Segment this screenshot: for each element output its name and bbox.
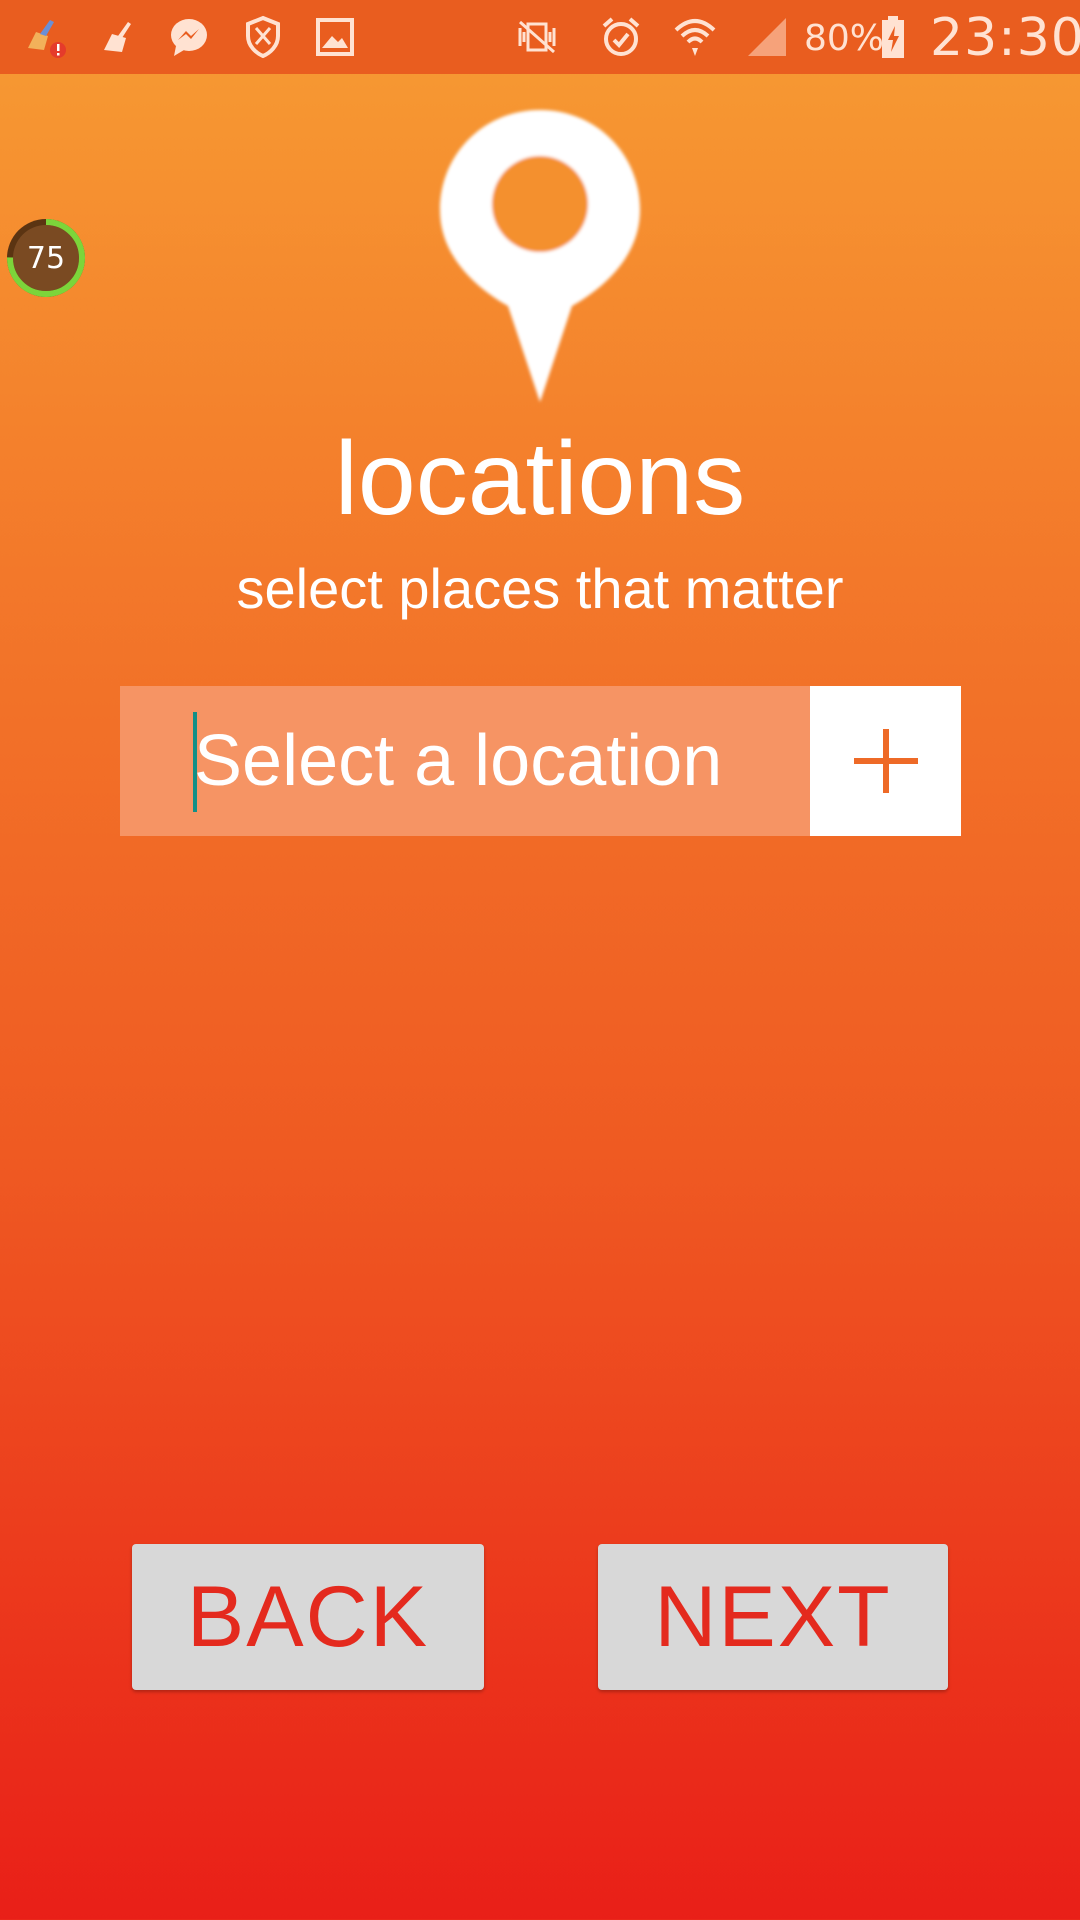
location-input[interactable] <box>120 686 810 836</box>
page-title: locations <box>334 421 746 537</box>
shield-icon <box>236 10 290 64</box>
battery-percentage: 80% <box>804 18 885 59</box>
gallery-icon <box>308 10 362 64</box>
add-location-button[interactable] <box>810 686 961 836</box>
vibrate-icon <box>510 10 564 64</box>
score-value: 75 <box>26 240 66 276</box>
battery-charging-icon <box>876 10 910 64</box>
status-bar: 80% 23:30 <box>0 0 1080 74</box>
score-badge[interactable]: 75 <box>4 216 88 300</box>
signal-icon <box>740 10 794 64</box>
location-input-row <box>120 686 961 836</box>
cleaner-icon <box>92 10 146 64</box>
back-button[interactable]: BACK <box>132 1544 484 1690</box>
alarm-icon <box>594 10 648 64</box>
broom-alert-icon <box>18 10 72 64</box>
text-cursor <box>193 712 197 812</box>
plus-icon <box>853 729 918 793</box>
wifi-icon <box>668 10 722 64</box>
next-button[interactable]: NEXT <box>598 1544 948 1690</box>
clock: 23:30 <box>930 8 1080 68</box>
page-subtitle: select places that matter <box>236 557 844 620</box>
location-pin-icon <box>436 106 644 406</box>
messenger-icon <box>162 10 216 64</box>
